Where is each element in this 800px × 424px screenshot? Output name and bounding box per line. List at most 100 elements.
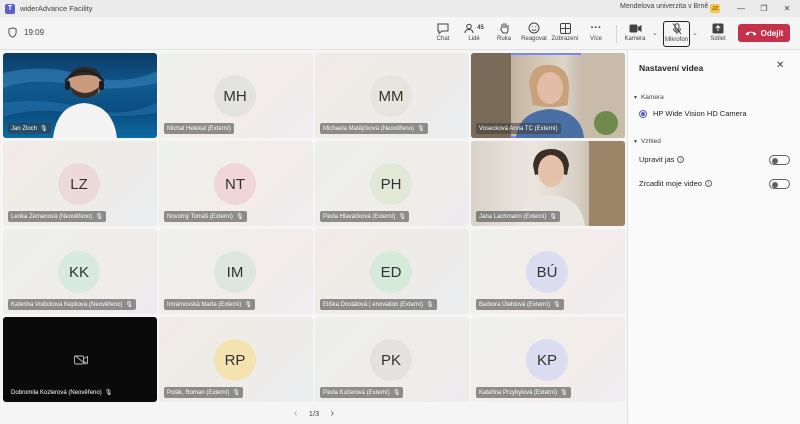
next-page-button[interactable]: ›	[331, 408, 334, 419]
participant-name-tag: Michal Helekal (Externí)	[164, 123, 234, 134]
react-button[interactable]: Reagovat	[519, 21, 549, 47]
participant-tile[interactable]: PH Pavla Hlaváčková (Externí) 🎙	[315, 141, 469, 226]
camera-button[interactable]: Kamera	[620, 21, 650, 47]
video-settings-panel: Nastavení videa ✕ ▼ Kamera HP Wide Visio…	[627, 50, 800, 424]
participant-tile[interactable]: MM Michaela Matějčková (Neověřeno) 🎙	[315, 53, 469, 138]
leave-label: Odejít	[760, 28, 784, 38]
meeting-timer: 19:09	[24, 28, 45, 37]
microphone-off-icon	[672, 22, 682, 36]
avatar: MH	[214, 75, 256, 117]
mirror-video-label: Zrcadlit moje video	[639, 179, 702, 188]
participant-name: Barbora Úlehlová (Externí)	[479, 301, 551, 308]
info-icon[interactable]: i	[677, 156, 685, 163]
more-button[interactable]: ··· Více	[581, 21, 611, 47]
participant-tile[interactable]: LZ Lenka Zemanová (Neověřeno) 🎙	[3, 141, 157, 226]
video-camera-icon	[629, 21, 642, 35]
microphone-label: Mikrofon	[664, 37, 688, 43]
participant-name: Pavla Kučerová (Externí)	[323, 389, 390, 396]
participant-name: Eliška Dostálová | enovation (Externí)	[323, 301, 423, 308]
close-window-button[interactable]: ✕	[780, 2, 794, 14]
share-button[interactable]: Sdílet	[703, 21, 733, 47]
people-label: Lidé	[468, 36, 480, 42]
chat-label: Chat	[436, 36, 450, 42]
gallery-pager: ‹ 1/3 ›	[294, 408, 334, 419]
leave-button[interactable]: Odejít	[738, 24, 790, 42]
participant-tile[interactable]: Jana Lachmann (Externí) 🎙	[471, 141, 625, 226]
microphone-button[interactable]: Mikrofon	[663, 21, 690, 47]
share-label: Sdílet	[710, 36, 726, 42]
microphone-off-icon: 🎙	[398, 214, 406, 220]
brightness-toggle[interactable]	[769, 155, 790, 165]
avatar: MM	[370, 75, 412, 117]
participant-name: Imramovská Marta (Externí)	[167, 301, 242, 308]
participant-tile[interactable]: Jan Zloch 🎙	[3, 53, 157, 138]
participant-tile[interactable]: KP Kateřina Przybylová (Externí) 🎙	[471, 317, 625, 402]
radio-selected-icon	[639, 109, 647, 118]
close-panel-button[interactable]: ✕	[776, 60, 784, 71]
participant-name-tag: Kateřina Przybylová (Externí) 🎙	[476, 387, 571, 398]
microphone-options-chevron-icon[interactable]: ⌄	[692, 29, 698, 37]
participant-tile[interactable]: Dobromila Kozlerová (Neověřeno) 🎙	[3, 317, 157, 402]
brightness-option: Upravit jas i	[639, 155, 685, 164]
chat-icon	[437, 21, 449, 35]
avatar: LZ	[58, 163, 100, 205]
participant-tile[interactable]: ED Eliška Dostálová | enovation (Externí…	[315, 229, 469, 314]
microphone-off-icon: 🎙	[235, 214, 244, 220]
raise-hand-button[interactable]: Ruka	[489, 21, 519, 47]
maximize-button[interactable]: ❐	[757, 2, 771, 14]
more-icon: ···	[590, 22, 602, 34]
avatar: PK	[370, 339, 412, 381]
appearance-section-header[interactable]: ▼ Vzhled	[633, 138, 661, 145]
participant-name: Novotný Tomáš (Externí)	[167, 213, 233, 220]
microphone-off-icon: 🎙	[549, 214, 557, 220]
participant-tile[interactable]: RP Polák, Roman (Externí) 🎙	[159, 317, 313, 402]
participant-name-tag: Jana Lachmann (Externí) 🎙	[476, 211, 560, 222]
participant-name: Michal Helekal (Externí)	[167, 125, 231, 132]
avatar: ED	[370, 251, 412, 293]
organization-name: Mendelova univerzita v Brně	[620, 3, 709, 10]
teams-logo-icon: T	[5, 3, 15, 14]
participant-name: Vosecková Anna TC (Externí)	[479, 125, 558, 132]
more-label: Více	[589, 36, 602, 42]
microphone-off-icon: 🎙	[244, 302, 252, 308]
people-icon: 45	[464, 21, 484, 35]
camera-section-header[interactable]: ▼ Kamera	[633, 94, 664, 101]
microphone-off-icon: 🎙	[425, 302, 434, 308]
mirror-video-toggle[interactable]	[769, 179, 790, 189]
avatar: KK	[58, 251, 100, 293]
people-button[interactable]: 45 Lidé	[459, 21, 489, 47]
panel-title: Nastavení videa	[639, 63, 704, 73]
participant-name-tag: Jan Zloch 🎙	[8, 123, 51, 134]
participant-name-tag: Pavla Hlaváčková (Externí) 🎙	[320, 211, 409, 222]
participant-tile[interactable]: PK Pavla Kučerová (Externí) 🎙	[315, 317, 469, 402]
camera-device-label: HP Wide Vision HD Camera	[653, 109, 747, 118]
account-avatar[interactable]: JZ	[710, 4, 720, 13]
avatar: PH	[370, 163, 412, 205]
camera-options-chevron-icon[interactable]: ⌄	[652, 29, 658, 37]
info-icon[interactable]: i	[704, 180, 712, 187]
title-bar: T widerAdvance Facility Mendelova univer…	[0, 0, 800, 17]
participant-name: Michaela Matějčková (Neověřeno)	[323, 125, 415, 132]
chat-button[interactable]: Chat	[428, 21, 458, 47]
participant-tile[interactable]: Vosecková Anna TC (Externí)	[471, 53, 625, 138]
participant-tile[interactable]: MH Michal Helekal (Externí)	[159, 53, 313, 138]
camera-device-option[interactable]: HP Wide Vision HD Camera	[639, 109, 747, 118]
participant-name: Polák, Roman (Externí)	[167, 389, 230, 396]
avatar: BÚ	[526, 251, 568, 293]
participant-tile[interactable]: NT Novotný Tomáš (Externí) 🎙	[159, 141, 313, 226]
meeting-toolbar: 19:09 Chat 45 Lidé Ruka Reagovat Zobraze…	[0, 17, 800, 50]
participant-name-tag: Katerina Vodickova Kepkova (Neověřeno) 🎙	[8, 299, 137, 310]
participant-tile[interactable]: IM Imramovská Marta (Externí) 🎙	[159, 229, 313, 314]
video-off-icon	[74, 355, 88, 365]
minimize-button[interactable]: —	[734, 2, 748, 14]
participant-tile[interactable]: KK Katerina Vodickova Kepkova (Neověřeno…	[3, 229, 157, 314]
react-label: Reagovat	[521, 36, 547, 42]
participant-tile[interactable]: BÚ Barbora Úlehlová (Externí) 🎙	[471, 229, 625, 314]
view-button[interactable]: Zobrazení	[550, 21, 580, 47]
microphone-off-icon: 🎙	[104, 390, 113, 396]
participant-name-tag: Vosecková Anna TC (Externí)	[476, 123, 561, 134]
previous-page-button[interactable]: ‹	[294, 408, 297, 419]
participant-name: Jana Lachmann (Externí)	[479, 213, 547, 220]
mirror-video-option: Zrcadlit moje video i	[639, 179, 712, 188]
participant-name-tag: Novotný Tomáš (Externí) 🎙	[164, 211, 247, 222]
